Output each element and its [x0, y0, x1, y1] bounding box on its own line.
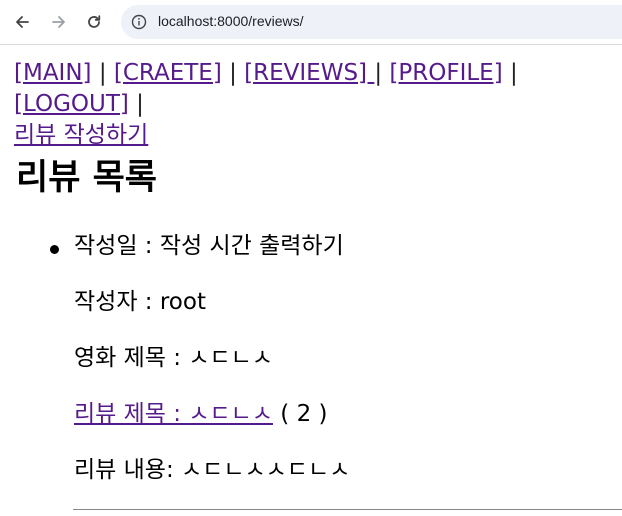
review-list: 작성일 : 작성 시간 출력하기 작성자 : root 영화 제목 : ㅅㄷㄴㅅ…	[50, 231, 351, 486]
nav-link-main[interactable]: [MAIN]	[14, 60, 92, 86]
back-button[interactable]	[10, 10, 34, 34]
review-title-row: 리뷰 제목 : ㅅㄷㄴㅅ ( 2 )	[74, 399, 350, 430]
page-content: [MAIN] | [CRAETE] | [REVIEWS] | [PROFILE…	[14, 58, 622, 198]
nav-link-profile[interactable]: [PROFILE]	[389, 60, 502, 86]
forward-button[interactable]	[47, 10, 71, 34]
bullet-icon	[50, 245, 59, 254]
nav-link-create[interactable]: [CRAETE]	[114, 60, 222, 86]
review-content: 리뷰 내용: ㅅㄷㄴㅅㅅㄷㄴㅅ	[74, 457, 351, 483]
nav-separator: |	[98, 60, 107, 86]
nav-link-write-review[interactable]: 리뷰 작성하기	[14, 122, 148, 148]
nav-separator: |	[374, 60, 383, 86]
list-item: 작성일 : 작성 시간 출력하기 작성자 : root 영화 제목 : ㅅㄷㄴㅅ…	[50, 231, 351, 486]
divider	[73, 509, 622, 510]
arrow-left-icon	[16, 16, 29, 28]
nav-link-logout[interactable]: [LOGOUT]	[14, 91, 129, 117]
site-info-icon[interactable]	[131, 14, 147, 30]
review-count: ( 2 )	[272, 401, 328, 427]
reload-icon	[88, 15, 101, 28]
url-text[interactable]: localhost:8000/reviews/	[158, 13, 304, 29]
page-title: 리뷰 목록	[16, 158, 157, 198]
review-title-link[interactable]: 리뷰 제목 : ㅅㄷㄴㅅ	[74, 401, 273, 427]
review-movie-title: 영화 제목 : ㅅㄷㄴㅅ	[74, 345, 273, 371]
nav-separator: |	[229, 60, 237, 86]
nav-separator: |	[136, 91, 144, 117]
nav-link-reviews[interactable]: [REVIEWS]	[244, 60, 374, 86]
browser-toolbar: localhost:8000/reviews/	[0, 0, 622, 45]
review-created: 작성일 : 작성 시간 출력하기	[74, 233, 344, 259]
site-nav: [MAIN] | [CRAETE] | [REVIEWS] | [PROFILE…	[14, 58, 622, 151]
nav-separator: |	[509, 60, 518, 86]
arrow-right-icon	[52, 16, 65, 28]
reload-button[interactable]	[82, 10, 106, 34]
address-bar[interactable]: localhost:8000/reviews/	[121, 5, 622, 39]
review-author: 작성자 : root	[74, 289, 206, 315]
